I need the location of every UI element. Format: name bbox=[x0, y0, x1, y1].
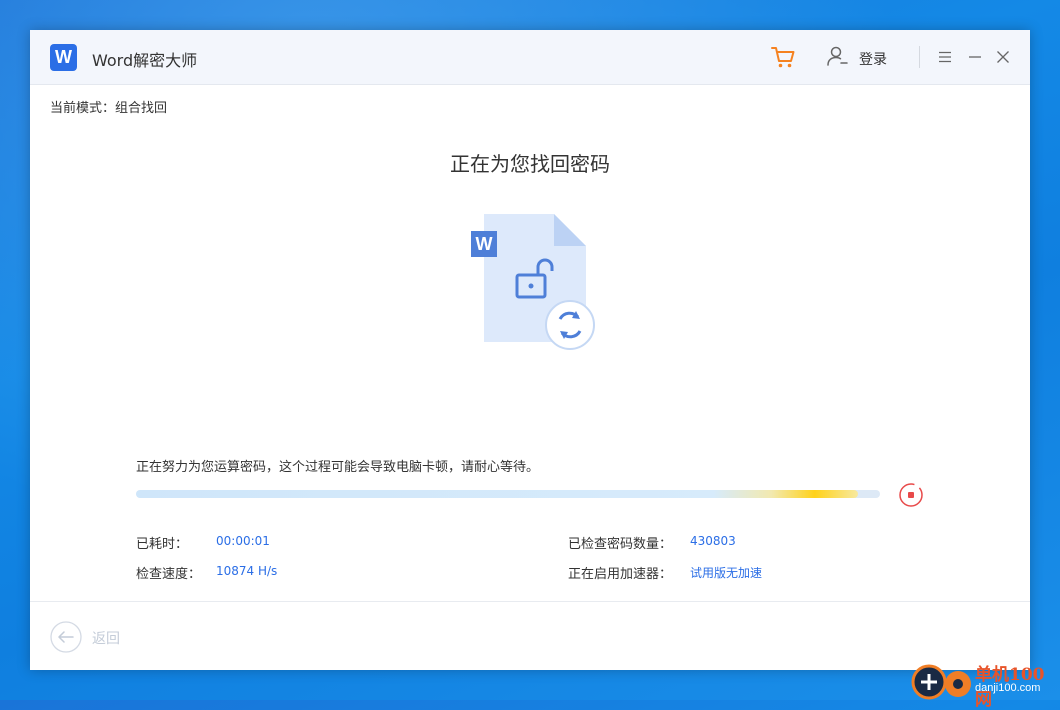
document-badge-letter: W bbox=[476, 234, 493, 254]
cart-icon[interactable] bbox=[770, 44, 796, 70]
menu-icon[interactable] bbox=[938, 50, 952, 64]
progress-bar-fill bbox=[136, 490, 858, 498]
checked-count-label: 已检查密码数量： bbox=[568, 537, 673, 552]
progress-bar bbox=[136, 490, 880, 498]
app-title: Word解密大师 bbox=[92, 51, 198, 70]
check-speed-label: 检查速度： bbox=[136, 567, 202, 582]
minimize-icon[interactable] bbox=[968, 50, 982, 64]
page-title: 正在为您找回密码 bbox=[450, 152, 610, 176]
elapsed-time-label: 已耗时： bbox=[136, 537, 189, 552]
status-message: 正在努力为您运算密码，这个过程可能会导致电脑卡顿，请耐心等待。 bbox=[136, 460, 540, 475]
footer-divider bbox=[30, 601, 1030, 602]
accelerator-label: 正在启用加速器： bbox=[568, 567, 673, 582]
back-label[interactable]: 返回 bbox=[92, 628, 120, 648]
watermark-url: danji100.com bbox=[975, 682, 1041, 694]
app-window: W Word解密大师 登录 当前模式：组合找回 正在为您找回密码 W 正在努力为… bbox=[30, 30, 1030, 670]
title-bar: W Word解密大师 登录 bbox=[30, 30, 1030, 85]
close-icon[interactable] bbox=[996, 50, 1010, 64]
stop-button[interactable] bbox=[898, 482, 924, 508]
check-speed-value: 10874 H/s bbox=[216, 564, 278, 578]
login-button[interactable]: 登录 bbox=[859, 49, 887, 69]
current-mode-label: 当前模式：组合找回 bbox=[50, 101, 168, 116]
accelerator-value[interactable]: 试用版无加速 bbox=[690, 564, 762, 581]
titlebar-divider bbox=[919, 46, 920, 68]
user-icon[interactable] bbox=[826, 45, 848, 67]
back-button[interactable] bbox=[50, 621, 82, 653]
elapsed-time-value: 00:00:01 bbox=[216, 534, 270, 548]
checked-count-value: 430803 bbox=[690, 534, 736, 548]
unlocking-document-icon: W bbox=[471, 214, 595, 350]
app-logo-icon: W bbox=[50, 44, 77, 71]
